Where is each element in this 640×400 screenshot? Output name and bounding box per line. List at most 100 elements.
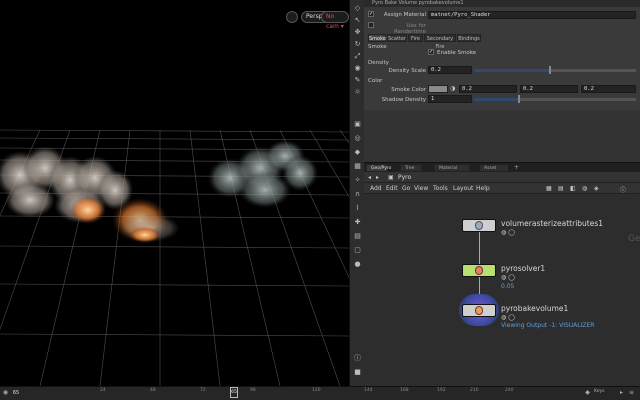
current-frame-field[interactable]: 65: [10, 389, 22, 397]
info-icon[interactable]: ⓘ: [353, 354, 362, 363]
density-scale-slider-knob[interactable]: [549, 66, 551, 74]
camera-icon[interactable]: [286, 11, 298, 23]
handle-icon[interactable]: ◉: [353, 64, 362, 73]
smoke-color-b[interactable]: 0.2: [581, 85, 636, 93]
snap-toggle-icon[interactable]: ◧: [570, 185, 576, 192]
display-options-icon[interactable]: ◈: [594, 185, 599, 192]
display-icon[interactable]: ▢: [353, 246, 362, 255]
move-icon[interactable]: ✥: [353, 28, 362, 37]
node-flags-3: ◍ ◯: [501, 314, 515, 321]
density-section-label: Density: [368, 60, 389, 66]
timeline-end-icon[interactable]: ▸: [618, 389, 625, 397]
smoke-section-label: Smoke: [368, 44, 387, 50]
network-info-icon[interactable]: ⓘ: [620, 185, 626, 194]
menu-help[interactable]: Help: [476, 185, 490, 192]
lightbulb-icon[interactable]: ☼: [353, 88, 362, 97]
scene-viewport[interactable]: Persp ▾ No cam ▾: [0, 0, 349, 386]
snap-icon[interactable]: ◆: [353, 148, 362, 157]
node-sub-pyrobakevolume1: Viewing Output -1: VISUALIZER: [501, 322, 595, 329]
node-volumerasterizeattributes1[interactable]: [462, 219, 496, 232]
timeline[interactable]: ◉ 65 24 48 72 96 120 65 144 168 192 216 …: [0, 386, 640, 400]
network-editor: Geo/Pyro Tree View Material Palette Asse…: [364, 162, 640, 387]
menu-tools[interactable]: Tools: [433, 185, 448, 192]
network-canvas[interactable]: Ge volumerasterizeattributes1 ◍ ◯ pyroso…: [364, 194, 640, 387]
wire-icon[interactable]: ⌇: [353, 204, 362, 213]
parameter-panel: Pyro Bake Volume pyrobakevolume1 ✓ Assig…: [364, 0, 640, 162]
use-rendertime-checkbox[interactable]: [368, 22, 374, 28]
keys-label: Keys: [594, 389, 605, 394]
no-cam-button[interactable]: No cam ▾: [321, 11, 349, 30]
key-icon[interactable]: ◆: [584, 389, 591, 397]
timeline-menu-icon[interactable]: ≡: [628, 389, 635, 397]
tab-scatter[interactable]: Scatter: [387, 34, 407, 42]
density-scale-field[interactable]: 0.2: [428, 66, 472, 74]
timeline-tick: 192: [437, 388, 446, 393]
color-picker-icon[interactable]: ◑: [450, 85, 456, 93]
menu-add[interactable]: Add: [370, 185, 382, 192]
assign-material-checkbox[interactable]: ✓: [368, 11, 374, 17]
assign-material-field[interactable]: matnet/Pyro_Shader: [428, 11, 636, 19]
camera-tool-icon[interactable]: ▣: [353, 120, 362, 129]
rotate-icon[interactable]: ↻: [353, 40, 362, 49]
menu-go[interactable]: Go: [402, 185, 410, 192]
smoke-color-r[interactable]: 0.2: [459, 85, 517, 93]
eye-icon[interactable]: ◎: [353, 134, 362, 143]
render-icon[interactable]: ■: [353, 368, 362, 377]
timeline-playhead[interactable]: 65: [230, 387, 238, 398]
menu-layout[interactable]: Layout: [453, 185, 473, 192]
add-tab-icon[interactable]: +: [514, 164, 522, 172]
cursor-icon[interactable]: ↖: [353, 16, 362, 25]
smoke-color-label: Smoke Color: [391, 87, 426, 93]
view-mode-icon[interactable]: ▦: [546, 185, 552, 192]
network-tabs: Geo/Pyro Tree View Material Palette Asse…: [364, 163, 640, 179]
network-menu-bar: Add Edit Go View Tools Layout Help ▦ ▤ ◧…: [364, 183, 640, 194]
network-node-icon: ▣: [388, 174, 394, 181]
timeline-options-icon[interactable]: ◉: [2, 389, 9, 397]
menu-view[interactable]: View: [414, 185, 428, 192]
viewport-toolbar: ◇ ↖ ✥ ↻ ⤢ ◉ ✎ ☼ ▣ ◎ ◆ ▦ ✧ ∩ ⌇ ✚ ▤ ▢ ● ⓘ …: [349, 0, 364, 386]
param-header: Pyro Bake Volume pyrobakevolume1: [364, 0, 640, 7]
timeline-tick: 216: [470, 388, 479, 393]
timeline-tick: 120: [312, 388, 321, 393]
magnet-icon[interactable]: ∩: [353, 190, 362, 199]
filter-icon[interactable]: ◍: [582, 185, 587, 192]
smoke-color-g[interactable]: 0.2: [520, 85, 578, 93]
enable-smoke-checkbox[interactable]: ✓: [428, 49, 434, 55]
node-label-volumerasterizeattributes1: volumerasterizeattributes1: [501, 219, 604, 228]
tab-smoke[interactable]: Smoke: [368, 34, 386, 42]
node-pyrobakevolume1[interactable]: [462, 304, 496, 317]
scale-icon[interactable]: ⤢: [353, 52, 362, 61]
smoke-color-swatch[interactable]: [428, 85, 448, 93]
back-icon[interactable]: ◂: [368, 174, 371, 181]
node-flags-1: ◍ ◯: [501, 229, 515, 236]
tab-material-palette[interactable]: Material Palette: [434, 164, 470, 179]
menu-edit[interactable]: Edit: [386, 185, 398, 192]
tab-fire[interactable]: Fire: [408, 34, 423, 42]
layout-icon[interactable]: ▤: [558, 185, 564, 192]
geo-context-label: Ge: [628, 234, 640, 244]
shadow-density-field[interactable]: 1: [428, 95, 472, 103]
tab-bindings[interactable]: Bindings: [457, 34, 481, 42]
param-empty-area: [364, 110, 640, 162]
snap-grid-icon[interactable]: ▤: [353, 232, 362, 241]
tab-tree-view[interactable]: Tree View: [400, 164, 422, 179]
select-icon[interactable]: ◇: [353, 4, 362, 13]
tab-geo-pyro[interactable]: Geo/Pyro: [366, 164, 391, 172]
node-label-pyrosolver1: pyrosolver1: [501, 264, 546, 273]
shadow-density-slider-fill: [474, 98, 519, 101]
light-icon[interactable]: ✧: [353, 176, 362, 185]
timeline-tick: 96: [250, 388, 256, 393]
shadow-density-slider-knob[interactable]: [518, 95, 520, 103]
brush-icon[interactable]: ✎: [353, 76, 362, 85]
tab-secondary-fire[interactable]: Secondary Fire: [424, 34, 456, 50]
node-pyrosolver1[interactable]: [462, 264, 496, 277]
grid-icon[interactable]: ▦: [353, 162, 362, 171]
tab-asset-browser[interactable]: Asset Browser: [479, 164, 509, 179]
shading-icon[interactable]: ●: [353, 260, 362, 269]
wire-1-2: [479, 232, 480, 264]
network-path-label[interactable]: Pyro: [398, 174, 411, 181]
timeline-tick: 144: [364, 388, 373, 393]
forward-icon[interactable]: ▸: [376, 174, 379, 181]
timeline-tick: 240: [505, 388, 514, 393]
pin-icon[interactable]: ✚: [353, 218, 362, 227]
